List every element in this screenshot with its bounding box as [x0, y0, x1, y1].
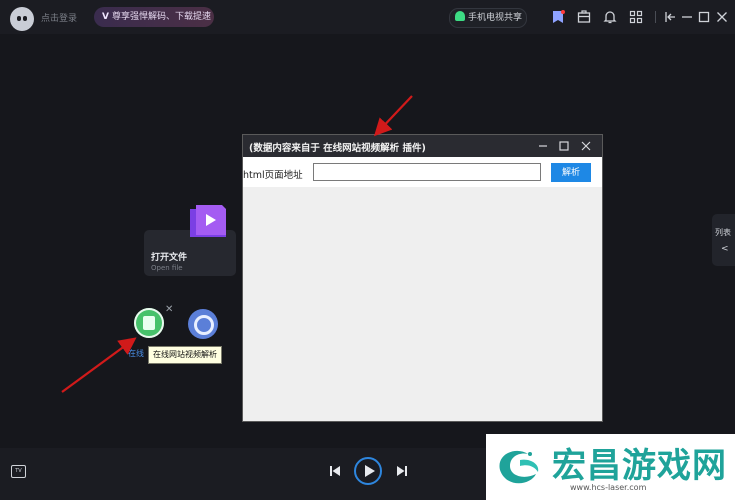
dialog-title: (数据内容来自于 在线网站视频解析 插件)	[249, 143, 426, 154]
close-window-icon[interactable]	[715, 10, 729, 24]
plugin-dialog: (数据内容来自于 在线网站视频解析 插件) html页面地址 解析	[242, 134, 603, 422]
url-input[interactable]	[313, 163, 541, 181]
url-label: html页面地址	[243, 170, 303, 181]
arrow-to-dialog-title	[373, 95, 413, 137]
avatar[interactable]	[10, 7, 34, 31]
vip-label: 尊享强悍解码、下载提速	[111, 12, 211, 22]
app-tooltip: 在线网站视频解析	[148, 346, 222, 364]
toolbar-divider	[655, 11, 656, 23]
tv-share-label: 手机电视共享	[468, 13, 523, 23]
maximize-icon[interactable]	[697, 10, 711, 24]
watermark-text: 宏昌游戏网	[552, 446, 727, 486]
tv-icon[interactable]: TV	[11, 465, 26, 478]
dialog-close-icon[interactable]	[579, 139, 593, 153]
online-video-parse-app-icon[interactable]	[134, 308, 164, 338]
play-icon	[365, 465, 375, 477]
playlist-tab-label: 列表	[715, 228, 731, 237]
dialog-minimize-icon[interactable]	[536, 139, 550, 153]
next-track-icon[interactable]	[395, 463, 409, 477]
play-button[interactable]	[354, 457, 382, 485]
dialog-titlebar[interactable]: (数据内容来自于 在线网站视频解析 插件)	[243, 135, 602, 157]
document-icon	[143, 316, 155, 330]
open-file-title: 打开文件	[151, 253, 188, 263]
watermark-url: www.hcs-laser.com	[570, 483, 647, 492]
plugin-app-icon[interactable]	[188, 309, 218, 339]
grid-menu-icon[interactable]	[629, 10, 643, 24]
refresh-ring-icon	[194, 315, 214, 335]
android-icon	[455, 11, 465, 21]
playlist-tab[interactable]: 列表 <	[712, 214, 735, 266]
parse-button[interactable]: 解析	[551, 163, 591, 182]
vip-icon: V	[102, 12, 109, 22]
phone-tv-share-button[interactable]: 手机电视共享	[449, 8, 527, 28]
previous-track-icon[interactable]	[328, 463, 342, 477]
vip-promo-button[interactable]: V 尊享强悍解码、下载提速	[94, 7, 214, 27]
app-label: 在线	[128, 349, 144, 358]
toolbox-icon[interactable]	[577, 10, 591, 24]
folder-play-icon	[190, 205, 226, 237]
avatar-eye-right	[23, 16, 27, 21]
dragon-logo	[499, 450, 539, 484]
login-link[interactable]: 点击登录	[41, 11, 77, 24]
url-form: html页面地址 解析	[243, 157, 602, 187]
site-watermark: 宏昌游戏网 www.hcs-laser.com	[486, 434, 735, 500]
arrow-to-app-icon	[61, 337, 137, 393]
minimize-icon[interactable]	[680, 10, 694, 24]
open-file-subtitle: Open file	[151, 264, 183, 272]
dialog-maximize-icon[interactable]	[557, 139, 571, 153]
remove-app-icon[interactable]: ✕	[165, 304, 173, 315]
avatar-eye-left	[17, 16, 21, 21]
chevron-left-icon: <	[721, 244, 729, 254]
top-bar: 点击登录 V 尊享强悍解码、下载提速 手机电视共享	[0, 0, 735, 34]
mini-mode-icon[interactable]	[663, 10, 677, 24]
bell-icon[interactable]	[603, 10, 617, 24]
skin-icon[interactable]	[551, 10, 565, 24]
